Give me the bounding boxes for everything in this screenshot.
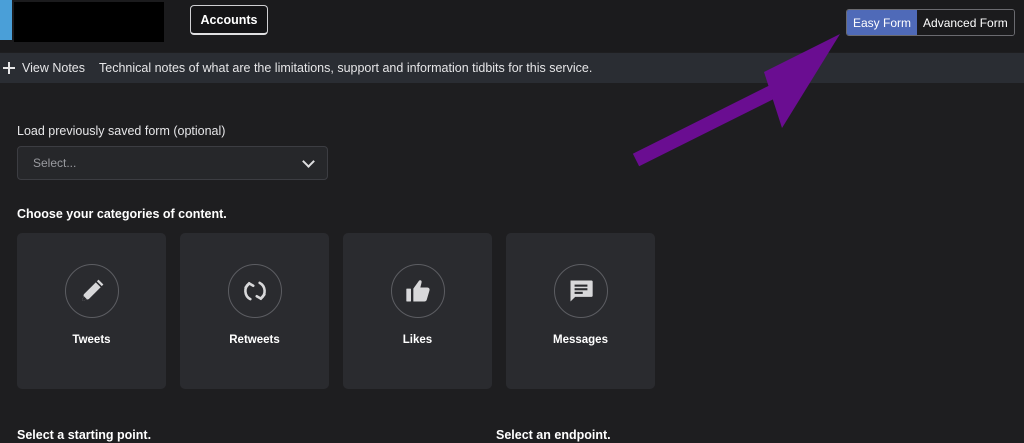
annotation-arrow: [632, 34, 840, 167]
